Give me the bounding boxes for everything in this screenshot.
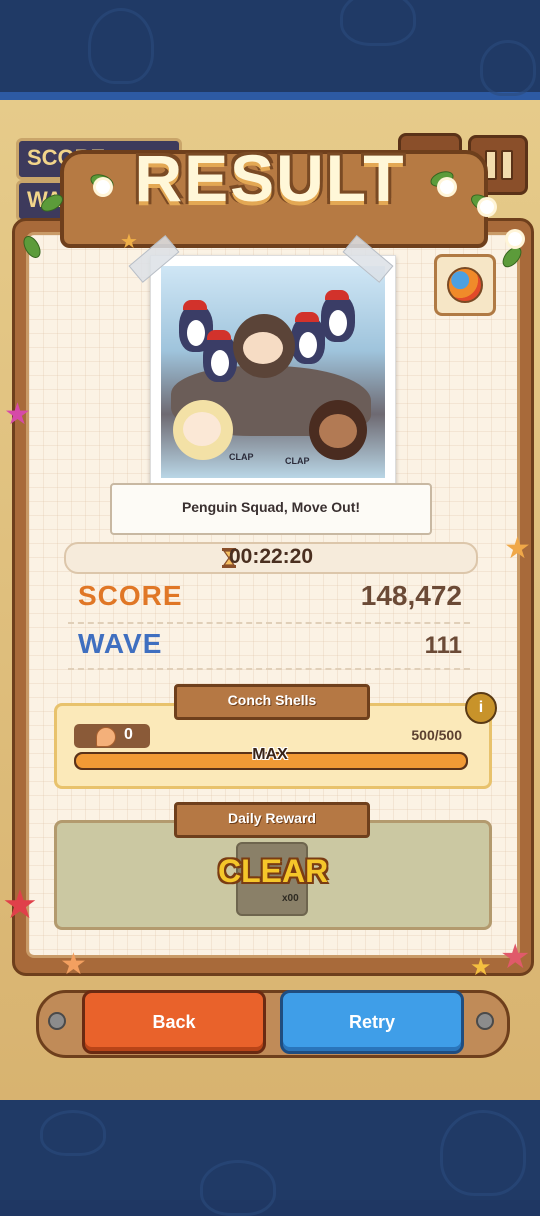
bolt-decoration — [48, 1012, 66, 1030]
starfish-decoration: ★ — [470, 953, 492, 981]
result-title: RESULT — [134, 141, 406, 215]
back-button[interactable]: Back — [82, 990, 266, 1054]
conch-count: 0 — [124, 726, 133, 743]
flower-decoration — [96, 180, 110, 194]
wave-label: WAVE — [78, 628, 163, 659]
timer-value: 00:22:20 — [228, 545, 314, 568]
penguin-character — [321, 294, 355, 342]
starfish-decoration: ★ — [500, 937, 531, 977]
tan-character-face — [319, 414, 357, 448]
max-label: MAX — [252, 746, 288, 763]
starfish-decoration: ★ — [504, 531, 531, 566]
shell-decoration — [480, 40, 536, 96]
divider — [68, 622, 470, 624]
flower-decoration — [508, 232, 522, 246]
center-character-face — [243, 332, 283, 364]
shell-decoration — [40, 1110, 106, 1156]
red-cap — [183, 300, 207, 310]
red-cap — [325, 290, 349, 300]
timer-bar: 00:22:20 — [64, 542, 478, 574]
clear-status: CLEAR — [218, 853, 329, 889]
conch-shells-header: Conch Shells — [174, 684, 370, 720]
red-cap — [295, 312, 319, 322]
conch-shell-icon — [96, 727, 116, 747]
shell-decoration — [440, 1110, 526, 1196]
wave-value: 111 — [424, 632, 462, 659]
elements-icon — [447, 267, 483, 303]
score-label: SCORE — [78, 580, 183, 611]
result-photo: CLAP CLAP — [150, 255, 396, 487]
top-stripe — [0, 92, 540, 100]
conch-shells-title: Conch Shells — [227, 692, 317, 708]
bolt-decoration — [476, 1012, 494, 1030]
shell-decoration — [88, 8, 154, 84]
score-value: 148,472 — [360, 580, 462, 611]
photo-illustration: CLAP CLAP — [161, 266, 385, 478]
flower-decoration — [480, 200, 494, 214]
divider — [68, 668, 470, 670]
flower-decoration — [440, 180, 454, 194]
photo-caption: Penguin Squad, Move Out! — [110, 483, 432, 535]
caption-text: Penguin Squad, Move Out! — [181, 499, 361, 515]
blonde-character-face — [183, 412, 221, 446]
starfish-decoration: ★ — [120, 229, 138, 253]
daily-reward-title: Daily Reward — [228, 810, 316, 826]
pause-icon — [501, 150, 513, 180]
retry-button[interactable]: Retry — [280, 990, 464, 1054]
penguin-character — [203, 334, 237, 382]
starfish-decoration: ★ — [4, 397, 31, 432]
info-button[interactable]: i — [465, 692, 497, 724]
daily-reward-header: Daily Reward — [174, 802, 370, 838]
clap-text-left: CLAP — [229, 452, 254, 462]
starfish-decoration: ★ — [2, 882, 38, 928]
shell-decoration — [200, 1160, 276, 1216]
clap-text-right: CLAP — [285, 456, 310, 466]
album-button[interactable] — [434, 254, 496, 316]
conch-count-badge: 0 — [74, 724, 150, 748]
penguin-character — [291, 316, 325, 364]
conch-progress-text: 500/500 — [411, 727, 462, 743]
red-cap — [207, 330, 231, 340]
reward-multiplier: x00 — [282, 893, 299, 904]
shell-decoration — [340, 0, 416, 46]
top-background — [0, 0, 540, 100]
starfish-decoration: ★ — [60, 947, 87, 982]
